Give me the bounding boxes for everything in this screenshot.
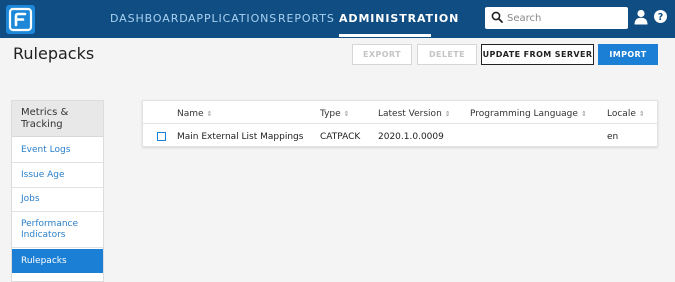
sidebar-item-event-logs[interactable]: Event Logs <box>12 138 103 163</box>
column-header-type[interactable]: Type ⇕ <box>320 109 350 119</box>
sort-icon: ⇕ <box>343 110 350 118</box>
sidebar-item-label: Jobs <box>21 194 40 204</box>
sidebar-item-rulepacks[interactable]: Rulepacks <box>12 249 103 273</box>
active-nav-indicator <box>339 34 431 37</box>
cell-latest-version: 2020.1.0.0009 <box>378 132 444 142</box>
user-icon[interactable] <box>634 9 648 25</box>
sort-icon: ⇕ <box>444 110 451 118</box>
nav-applications[interactable]: APPLICATIONS <box>188 12 277 25</box>
sidebar-item-label: Rulepacks <box>21 255 67 266</box>
sidebar-item-jobs[interactable]: Jobs <box>12 188 103 212</box>
sidebar-item-issue-age[interactable]: Issue Age <box>12 163 103 188</box>
search-box[interactable] <box>485 7 628 29</box>
sidebar-item-label: Performance Indicators <box>21 218 79 240</box>
cell-locale: en <box>607 132 619 142</box>
sidebar-item-label: Issue Age <box>21 169 65 180</box>
svg-text:?: ? <box>658 12 664 23</box>
top-nav-bar: DASHBOARD APPLICATIONS REPORTS ADMINISTR… <box>0 0 675 38</box>
row-checkbox[interactable] <box>157 132 166 141</box>
sidebar-item-label: Event Logs <box>21 144 71 155</box>
sort-icon: ⇕ <box>206 110 213 118</box>
export-button[interactable]: EXPORT <box>352 44 412 65</box>
import-button[interactable]: IMPORT <box>598 44 658 65</box>
table-divider <box>143 123 657 124</box>
update-from-server-button[interactable]: UPDATE FROM SERVER <box>481 44 594 65</box>
column-header-latest-version[interactable]: Latest Version ⇕ <box>378 109 451 119</box>
fortify-logo-icon[interactable] <box>6 5 35 34</box>
search-icon <box>491 11 503 23</box>
sort-icon: ⇕ <box>580 110 587 118</box>
column-header-locale[interactable]: Locale ⇕ <box>607 109 645 119</box>
nav-dashboard[interactable]: DASHBOARD <box>110 12 189 25</box>
cell-name: Main External List Mappings <box>177 132 304 142</box>
sort-icon: ⇕ <box>638 110 645 118</box>
help-icon[interactable]: ? <box>654 10 667 23</box>
nav-reports[interactable]: REPORTS <box>278 12 335 25</box>
rulepacks-table: Name ⇕ Type ⇕ Latest Version ⇕ Programming … <box>142 100 658 147</box>
page-title: Rulepacks <box>13 44 95 63</box>
nav-administration[interactable]: ADMINISTRATION <box>339 12 459 25</box>
cell-type: CATPACK <box>320 132 361 142</box>
sidebar: Metrics & Tracking Event Logs Issue Age … <box>11 100 104 282</box>
sidebar-header: Metrics & Tracking <box>12 101 103 137</box>
delete-button[interactable]: DELETE <box>417 44 477 65</box>
column-header-name[interactable]: Name ⇕ <box>177 109 212 119</box>
sidebar-item-performance-indicators[interactable]: Performance Indicators <box>12 212 103 248</box>
search-input[interactable] <box>507 9 622 27</box>
column-header-programming-language[interactable]: Programming Language ⇕ <box>470 109 587 119</box>
